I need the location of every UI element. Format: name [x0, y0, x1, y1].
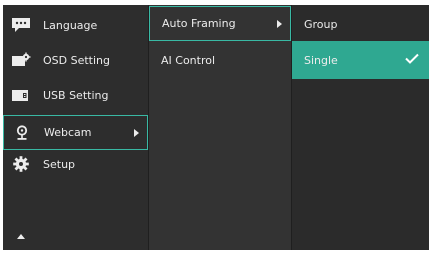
submenu-item-ai-control[interactable]: AI Control	[149, 43, 291, 77]
osd-menu: Language OSD Setting USB Setting Webcam …	[3, 5, 429, 250]
osd-setting-icon	[11, 52, 31, 68]
submenu-item-auto-framing[interactable]: Auto Framing	[149, 6, 291, 41]
menu-item-osd-setting[interactable]: OSD Setting	[3, 43, 148, 77]
chevron-right-icon	[134, 128, 139, 137]
menu-item-usb-setting[interactable]: USB Setting	[3, 78, 148, 112]
menu-item-webcam[interactable]: Webcam	[3, 115, 148, 150]
menu-item-label: Webcam	[44, 126, 92, 139]
setup-gear-icon	[11, 156, 31, 172]
option-single[interactable]: Single	[292, 41, 429, 79]
submenu-item-label: Auto Framing	[162, 17, 236, 30]
menu-item-label: USB Setting	[43, 88, 109, 102]
scroll-up-arrow-icon[interactable]	[17, 234, 25, 239]
menu-item-setup[interactable]: Setup	[3, 147, 148, 181]
menu-item-label: Setup	[43, 157, 76, 171]
language-icon	[11, 17, 31, 33]
checkmark-icon	[405, 53, 419, 67]
menu-item-label: Language	[43, 18, 98, 32]
auto-framing-options-panel: Group Single	[292, 5, 429, 250]
webcam-submenu-panel: Auto Framing AI Control	[149, 5, 291, 250]
submenu-item-label: AI Control	[161, 53, 216, 67]
webcam-icon	[12, 124, 32, 141]
usb-setting-icon	[11, 87, 31, 103]
main-menu-panel: Language OSD Setting USB Setting Webcam …	[3, 5, 148, 250]
option-label: Group	[304, 17, 338, 31]
option-group[interactable]: Group	[292, 7, 429, 41]
option-label: Single	[304, 53, 338, 67]
menu-item-language[interactable]: Language	[3, 8, 148, 42]
chevron-right-icon	[277, 19, 282, 28]
menu-item-label: OSD Setting	[43, 53, 110, 67]
